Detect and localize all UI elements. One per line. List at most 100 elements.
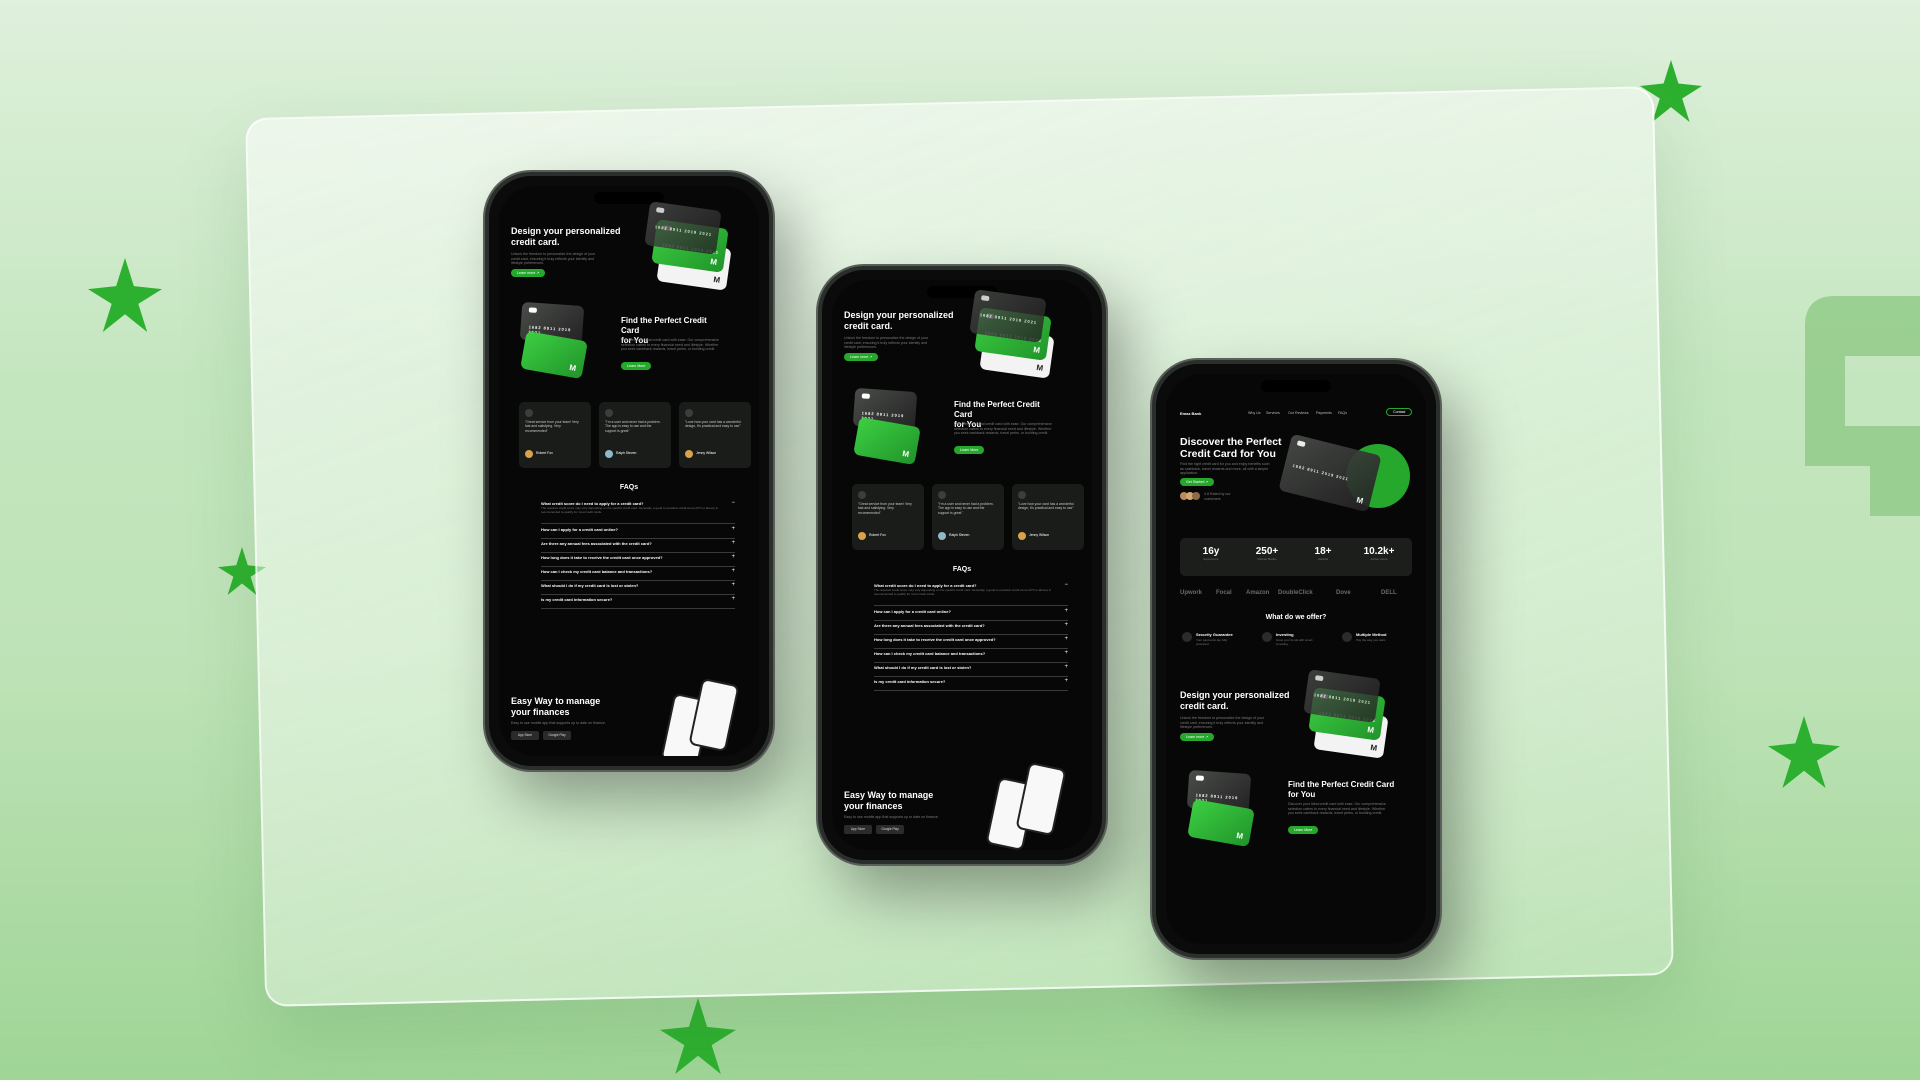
avatar — [938, 532, 946, 540]
hero-cta-button[interactable]: Learn more ↗ — [511, 269, 546, 277]
nav-link[interactable]: Payments — [1316, 411, 1332, 415]
nav-logo[interactable]: Emaz Bank — [1180, 411, 1201, 416]
quote-icon — [605, 409, 613, 417]
offer-item: Investing Grow your funds with smart inve… — [1276, 632, 1313, 646]
faq-item[interactable]: Are there any annual fees associated wit… — [541, 539, 735, 553]
google-play-button[interactable]: Google Play — [876, 825, 904, 834]
testimonial-card: "Love how your card has a wonderful desi… — [679, 402, 751, 468]
payment-method-icon — [1342, 632, 1352, 642]
hero-cta-button[interactable]: Get Started ↗ — [1180, 478, 1215, 486]
hero-cta-button[interactable]: Learn more ↗ — [844, 353, 879, 361]
phone-notch — [1261, 380, 1331, 392]
avatar — [685, 450, 693, 458]
phone-mockup-middle: Design your personalized credit card. Unl… — [818, 266, 1106, 864]
star-icon — [88, 255, 162, 335]
quote-icon — [938, 491, 946, 499]
stat-item: 18+ Awards — [1314, 546, 1332, 561]
brand-logo: Amazon — [1246, 590, 1270, 596]
stat-item: 16y Experience — [1202, 546, 1220, 561]
faq-item[interactable]: How long does it take to receive the cre… — [874, 635, 1068, 649]
phone-mockup-right: Emaz Bank Why Us Services Our Reviews Pa… — [1152, 360, 1440, 958]
find-body: Discover your ideal credit card with eas… — [621, 338, 719, 352]
hero-title: Discover the Perfect Credit Card for You — [1180, 436, 1282, 460]
faq-item[interactable]: Are there any annual fees associated wit… — [874, 621, 1068, 635]
find-body: Discover your ideal credit card with eas… — [1288, 802, 1386, 816]
testimonial-card: "Love how your card has a wonderful desi… — [1012, 484, 1084, 550]
hero-body: Unlock the freedom to personalize the de… — [844, 336, 929, 350]
quote-icon — [1018, 491, 1026, 499]
faq-item[interactable]: How can I check my credit card balance a… — [874, 649, 1068, 663]
nav-link[interactable]: Services — [1266, 411, 1280, 415]
avatar — [525, 450, 533, 458]
find-cta-button[interactable]: Learn More — [1288, 826, 1319, 834]
brand-logo: DoubleClick — [1278, 590, 1313, 596]
testimonial-card: "I'm a user and never had a problem. The… — [932, 484, 1004, 550]
faq-item[interactable]: Is my credit card information secure? + — [541, 595, 735, 609]
faq-item[interactable]: What should I do if my credit card is lo… — [874, 663, 1068, 677]
hero-body: Find the right credit card for you and e… — [1180, 462, 1270, 476]
app-title: Easy Way to manage your finances — [844, 790, 934, 811]
brand-logo: Dove — [1336, 590, 1351, 596]
brand-logo: Upwork — [1180, 590, 1203, 596]
google-play-button[interactable]: Google Play — [543, 731, 571, 740]
investing-icon — [1262, 632, 1272, 642]
find-cta-button[interactable]: Learn More — [621, 362, 652, 370]
faq-item[interactable]: What credit score do I need to apply for… — [541, 499, 735, 524]
star-icon — [660, 996, 736, 1076]
offer-item: Security Guarantee Your payments are full… — [1196, 632, 1233, 646]
phone-screen: Design your personalized credit card. Unl… — [832, 280, 1092, 850]
faq-item[interactable]: Is my credit card information secure? + — [874, 677, 1068, 691]
app-store-button[interactable]: App Store — [844, 825, 872, 834]
faq-item[interactable]: How long does it take to receive the cre… — [541, 553, 735, 567]
phone-screen: Design your personalized credit card. Unl… — [499, 186, 759, 756]
stats-bar: 16y Experience 250+ Partner Banks 18+ Award… — [1180, 538, 1412, 576]
find-cta-button[interactable]: Learn More — [954, 446, 985, 454]
faq-item[interactable]: How can I check my credit card balance a… — [541, 567, 735, 581]
nav-link[interactable]: FAQs — [1338, 411, 1347, 415]
hero-title: Design your personalized credit card. — [511, 226, 621, 247]
faq-item[interactable]: How can I apply for a credit card online… — [541, 525, 735, 539]
design-title: Design your personalized credit card. — [1180, 690, 1290, 711]
testimonial-card: "I'm a user and never had a problem. The… — [599, 402, 671, 468]
faq-item[interactable]: How can I apply for a credit card online… — [874, 607, 1068, 621]
mini-phone-mockup — [1015, 761, 1067, 837]
stat-item: 250+ Partner Banks — [1255, 546, 1279, 561]
offer-title: What do we offer? — [1265, 614, 1327, 621]
testimonial-card: "Great service from your team! Very fast… — [852, 484, 924, 550]
design-body: Unlock the freedom to personalize the de… — [1180, 716, 1265, 730]
avatar — [858, 532, 866, 540]
stat-item: 10.2k+ Active Users — [1363, 546, 1395, 561]
brand-logo: Focal — [1216, 590, 1232, 596]
quote-icon — [685, 409, 693, 417]
bookmark-logo-icon — [1805, 296, 1920, 516]
nav-link[interactable]: Our Reviews — [1288, 411, 1309, 415]
offer-item: Multiple Method Pay the way you want. — [1356, 632, 1387, 642]
hero-title: Design your personalized credit card. — [844, 310, 954, 331]
phone-screen: Emaz Bank Why Us Services Our Reviews Pa… — [1166, 374, 1426, 944]
avatar — [1192, 492, 1200, 500]
nav-link[interactable]: Why Us — [1248, 411, 1261, 415]
phone-mockup-left: Design your personalized credit card. Unl… — [485, 172, 773, 770]
faq-item[interactable]: What should I do if my credit card is lo… — [541, 581, 735, 595]
find-body: Discover your ideal credit card with eas… — [954, 422, 1052, 436]
avatar — [605, 450, 613, 458]
mini-phone-mockup — [688, 677, 740, 753]
shield-icon — [1182, 632, 1192, 642]
app-store-button[interactable]: App Store — [511, 731, 539, 740]
design-cta-button[interactable]: Learn more ↗ — [1180, 733, 1215, 741]
app-title: Easy Way to manage your finances — [511, 696, 601, 717]
app-body: Easy to use mobile app that supports up … — [844, 815, 939, 819]
faq-title: FAQs — [619, 484, 639, 491]
faq-title: FAQs — [952, 566, 972, 573]
quote-icon — [525, 409, 533, 417]
rating-text: 4.8 Rated by our customers — [1204, 492, 1231, 501]
quote-icon — [858, 491, 866, 499]
hero-body: Unlock the freedom to personalize the de… — [511, 252, 596, 266]
app-body: Easy to use mobile app that supports up … — [511, 721, 606, 725]
find-title: Find the Perfect Credit Card for You — [1288, 780, 1395, 799]
brand-logo: DELL — [1381, 590, 1397, 596]
nav-contact-button[interactable]: Contact — [1386, 408, 1413, 416]
faq-item[interactable]: What credit score do I need to apply for… — [874, 581, 1068, 606]
testimonial-card: "Great service from your team! Very fast… — [519, 402, 591, 468]
avatar — [1018, 532, 1026, 540]
